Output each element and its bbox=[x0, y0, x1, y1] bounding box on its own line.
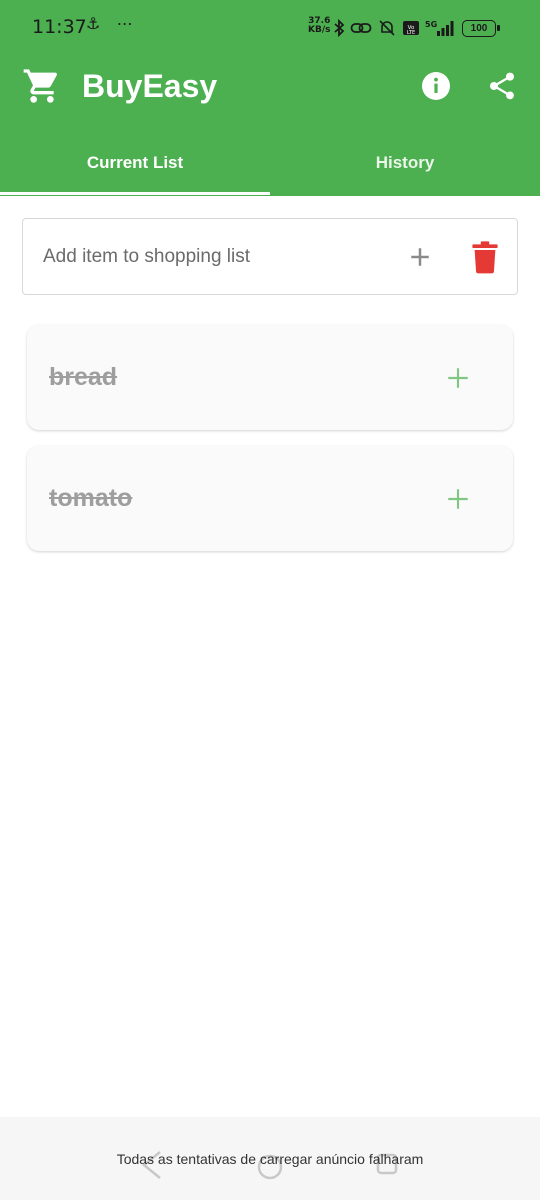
link-icon bbox=[350, 23, 372, 33]
add-item-box bbox=[22, 218, 518, 295]
plus-icon[interactable] bbox=[445, 365, 471, 391]
volte-icon: VoLTE bbox=[403, 21, 419, 36]
list-item[interactable]: tomato bbox=[27, 446, 513, 551]
list-item[interactable]: bread bbox=[27, 325, 513, 430]
nav-home-icon bbox=[257, 1154, 283, 1180]
status-time: 11:37 bbox=[32, 16, 87, 38]
plus-icon[interactable] bbox=[445, 486, 471, 512]
list-item-name: tomato bbox=[49, 484, 133, 512]
mute-bell-icon bbox=[379, 20, 395, 36]
app-bar: 11:37 ⚓ ⋯ 37.6 KB/s Vo LTE 5G 100 BuyEasy… bbox=[0, 0, 540, 196]
info-icon[interactable] bbox=[420, 70, 452, 102]
status-right-icons: Vo LTE 5G 100 bbox=[333, 17, 500, 39]
tab-indicator bbox=[0, 192, 270, 195]
network-speed-unit: KB/s bbox=[308, 25, 331, 35]
trash-icon[interactable] bbox=[471, 240, 499, 274]
battery-indicator: 100 bbox=[462, 19, 500, 37]
nav-recents-icon bbox=[376, 1153, 398, 1175]
svg-text:LTE: LTE bbox=[407, 30, 415, 36]
status-bar: 11:37 ⚓ ⋯ 37.6 KB/s Vo LTE 5G 100 bbox=[0, 0, 540, 56]
status-notification-icons: ⚓ ⋯ bbox=[86, 16, 139, 33]
tab-current-list[interactable]: Current List bbox=[0, 132, 270, 194]
add-item-input[interactable] bbox=[43, 243, 383, 271]
share-icon[interactable] bbox=[486, 70, 518, 102]
app-title: BuyEasy bbox=[82, 68, 218, 104]
add-item-plus-icon[interactable] bbox=[405, 242, 435, 272]
ad-banner: Todas as tentativas de carregar anúncio … bbox=[0, 1117, 540, 1200]
bluetooth-icon bbox=[334, 19, 345, 37]
nav-back-icon bbox=[142, 1151, 161, 1179]
cart-icon bbox=[23, 69, 58, 103]
svg-text:5G: 5G bbox=[425, 20, 437, 29]
signal-icon: 5G bbox=[425, 20, 454, 36]
network-speed: 37.6 KB/s bbox=[308, 17, 330, 35]
list-item-name: bread bbox=[49, 363, 118, 391]
tab-history[interactable]: History bbox=[270, 132, 540, 194]
